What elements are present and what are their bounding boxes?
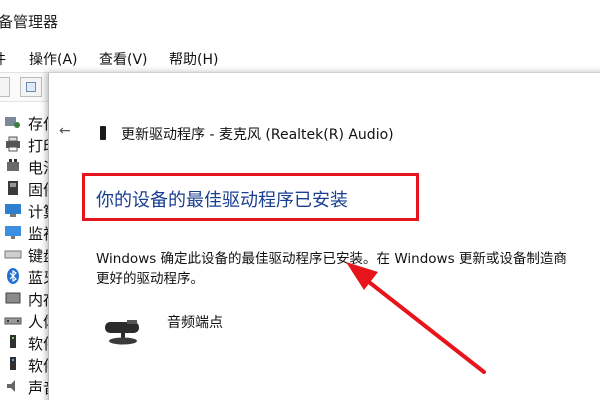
result-description: Windows 确定此设备的最佳驱动程序已安装。在 Windows 更新或设备制… — [96, 249, 600, 289]
menu-view[interactable]: 查看(V) — [99, 49, 148, 69]
tree-item-hid[interactable]: 人体 — [0, 310, 58, 332]
title-bar: 备管理器 — [0, 0, 600, 40]
result-heading: 你的设备的最佳驱动程序已安装 — [96, 190, 348, 211]
tree-item-monitor[interactable]: 监视 — [0, 222, 58, 244]
properties-toolbar-button[interactable] — [20, 77, 42, 97]
bluetooth-icon — [7, 268, 19, 284]
device-name: 音频端点 — [167, 315, 223, 331]
keyboard-icon — [4, 250, 22, 259]
tree-item-software-device[interactable]: 软件 — [0, 354, 58, 376]
webcam-icon — [105, 320, 139, 345]
description-line-1: Windows 确定此设备的最佳驱动程序已安装。在 Windows 更新或设备制… — [96, 251, 567, 267]
microphone-device-icon — [100, 126, 106, 140]
tree-item-battery[interactable]: 电池 — [0, 156, 58, 178]
update-driver-dialog: ← 更新驱动程序 - 麦克风 (Realtek(R) Audio) 你的设备的最… — [48, 72, 600, 400]
tree-item-keyboard[interactable]: 键盘 — [0, 244, 58, 266]
hid-icon — [4, 317, 22, 325]
memory-icon — [5, 292, 21, 304]
printer-icon — [6, 136, 20, 152]
back-button[interactable]: ← — [59, 123, 71, 139]
storage-controller-icon — [5, 117, 20, 128]
menu-bar: 件 操作(A) 查看(V) 帮助(H) — [0, 44, 600, 70]
dialog-title: 更新驱动程序 - 麦克风 (Realtek(R) Audio) — [121, 127, 394, 143]
menu-action[interactable]: 操作(A) — [29, 49, 78, 69]
toolbar-forward-button[interactable] — [0, 77, 10, 97]
monitor-icon — [5, 226, 21, 239]
tree-item-bluetooth[interactable]: 蓝牙 — [0, 266, 58, 288]
tree-item-sound[interactable]: 声音 — [0, 376, 58, 398]
tree-item-firmware[interactable]: 固件 — [0, 178, 58, 200]
software-device-icon — [10, 357, 16, 370]
computer-icon — [5, 204, 21, 217]
sound-icon — [7, 380, 15, 392]
tree-item-memory[interactable]: 内存 — [0, 288, 58, 310]
tree-item-printer[interactable]: 打印 — [0, 134, 58, 156]
software-component-icon — [10, 335, 16, 348]
menu-file[interactable]: 件 — [0, 49, 6, 69]
window-title: 备管理器 — [0, 13, 59, 31]
tree-item-software-component[interactable]: 软件 — [0, 332, 58, 354]
battery-icon — [7, 159, 19, 171]
properties-icon — [26, 82, 36, 92]
firmware-icon — [8, 181, 18, 195]
description-line-2: 更好的驱动程序。 — [96, 271, 204, 287]
tree-item-storage[interactable]: 存付 — [0, 112, 58, 134]
menu-help[interactable]: 帮助(H) — [169, 49, 218, 69]
tree-item-computer[interactable]: 计算 — [0, 200, 58, 222]
